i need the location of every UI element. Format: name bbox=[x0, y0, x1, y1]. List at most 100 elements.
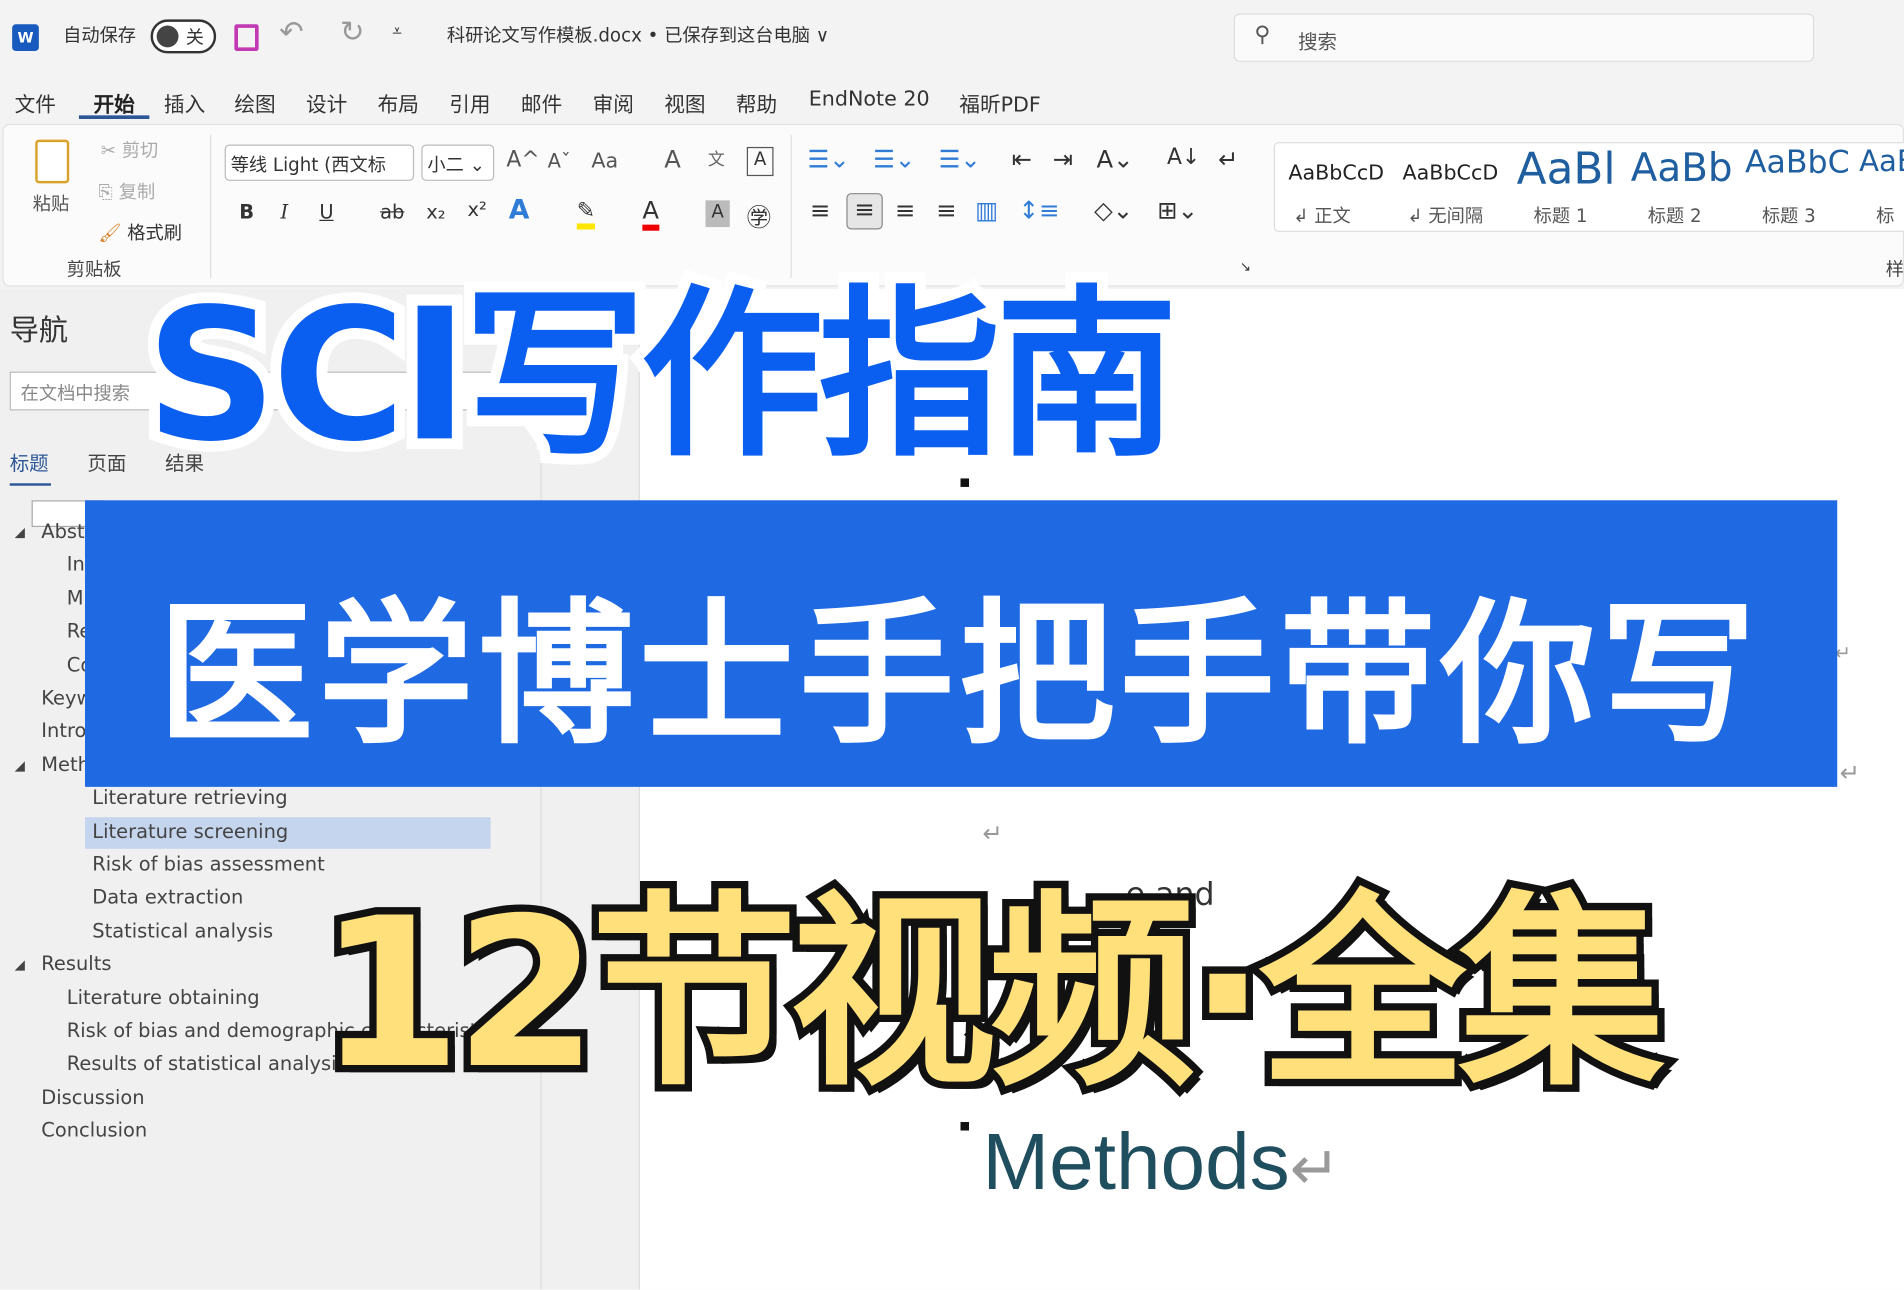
italic-button[interactable]: I bbox=[281, 200, 289, 223]
style-label: ↲ 无间隔 bbox=[1407, 205, 1484, 228]
nav-heading-item[interactable]: Literature retrieving bbox=[92, 786, 287, 809]
underline-button[interactable]: U bbox=[319, 200, 333, 223]
style-label: 标题 3 bbox=[1761, 205, 1816, 228]
save-icon[interactable] bbox=[234, 24, 259, 52]
bold-button[interactable]: B bbox=[239, 200, 254, 223]
copy-button[interactable]: ⎘ 复制 bbox=[98, 179, 155, 205]
increase-indent-icon[interactable]: ⇥ bbox=[1053, 145, 1073, 174]
style-preview[interactable]: AaBb bbox=[1631, 145, 1733, 191]
styles-group-label: 样 bbox=[1885, 258, 1904, 281]
style-preview[interactable]: AaBbCcD bbox=[1403, 162, 1499, 186]
sort-icon[interactable]: A↓ bbox=[1167, 145, 1200, 171]
search-placeholder: 搜索 bbox=[1298, 30, 1337, 54]
line-spacing-icon[interactable]: ↕≡ bbox=[1019, 196, 1060, 225]
style-preview[interactable]: AaBbC bbox=[1745, 145, 1850, 181]
borders-icon[interactable]: ⊞⌄ bbox=[1157, 196, 1198, 225]
clipboard-group-label: 剪贴板 bbox=[66, 258, 122, 281]
paragraph-dialog-icon[interactable]: ↘ bbox=[1240, 259, 1251, 275]
search-box[interactable]: ⚲ 搜索 bbox=[1233, 13, 1815, 62]
font-size-value: 小二 bbox=[427, 154, 464, 177]
nav-heading-item[interactable]: Results bbox=[41, 952, 111, 975]
nav-heading-item[interactable]: Literature obtaining bbox=[67, 986, 260, 1009]
nav-heading-item[interactable]: In bbox=[67, 553, 85, 576]
menu-tab[interactable]: 开始 bbox=[94, 87, 135, 118]
menu-tab[interactable]: 设计 bbox=[306, 87, 347, 118]
document-title[interactable]: 科研论文写作模板.docx • 已保存到这台电脑 ∨ bbox=[447, 22, 829, 48]
overlay-subtitle: 12节视频·全集 bbox=[311, 867, 1672, 1122]
nav-heading-item[interactable]: Results of statistical analysis bbox=[67, 1052, 347, 1075]
nav-tab[interactable]: 标题 bbox=[10, 447, 49, 476]
align-left-icon[interactable]: ≡ bbox=[810, 196, 830, 225]
font-color-icon[interactable]: A bbox=[642, 196, 659, 231]
nav-heading-item[interactable]: Discussion bbox=[41, 1085, 144, 1108]
menu-tab[interactable]: 插入 bbox=[164, 87, 205, 118]
menu-tab[interactable]: 审阅 bbox=[593, 87, 634, 118]
nav-heading-item[interactable]: Meth bbox=[41, 753, 90, 776]
cut-label: 剪切 bbox=[121, 139, 159, 162]
nav-tab[interactable]: 页面 bbox=[87, 447, 126, 476]
menu-tab[interactable]: EndNote 20 bbox=[809, 87, 930, 111]
asian-layout-icon[interactable]: A⌄ bbox=[1097, 145, 1134, 174]
nav-heading-item[interactable]: Statistical analysis bbox=[92, 919, 273, 942]
numbering-icon[interactable]: ☰⌄ bbox=[873, 145, 915, 174]
distribute-icon[interactable]: ▥ bbox=[975, 196, 998, 225]
show-marks-icon[interactable]: ↵ bbox=[1218, 145, 1238, 174]
text-effects-icon[interactable]: A bbox=[509, 196, 530, 226]
style-preview[interactable]: AaBbCcD bbox=[1288, 162, 1384, 186]
paste-icon[interactable] bbox=[35, 139, 70, 184]
menu-tab[interactable]: 文件 bbox=[15, 87, 56, 118]
nav-title: 导航 bbox=[9, 313, 69, 348]
multilevel-list-icon[interactable]: ☰⌄ bbox=[939, 145, 981, 174]
shrink-font-button[interactable]: Aˇ bbox=[548, 149, 571, 172]
font-size-select[interactable]: 小二 ⌄ bbox=[421, 144, 495, 181]
grow-font-button[interactable]: A^ bbox=[506, 147, 539, 173]
shading-icon[interactable]: ◇⌄ bbox=[1094, 196, 1133, 225]
overlay-banner: 医学博士手把手带你写 bbox=[85, 500, 1838, 787]
strikethrough-button[interactable]: ab bbox=[380, 200, 404, 223]
menu-tab[interactable]: 帮助 bbox=[736, 87, 777, 118]
cut-button[interactable]: ✂ 剪切 bbox=[101, 137, 159, 163]
superscript-button[interactable]: x² bbox=[468, 198, 487, 221]
menu-tab[interactable]: 绘图 bbox=[234, 87, 275, 118]
nav-heading-item[interactable]: Data extraction bbox=[92, 886, 243, 909]
change-case-button[interactable]: Aa bbox=[591, 149, 618, 173]
redo-icon[interactable]: ↻ bbox=[340, 15, 364, 49]
menu-tab[interactable]: 布局 bbox=[378, 87, 419, 118]
bullets-icon[interactable]: ☰⌄ bbox=[808, 145, 850, 174]
align-right-icon[interactable]: ≡ bbox=[895, 196, 915, 225]
align-center-icon[interactable]: ≡ bbox=[846, 193, 883, 230]
style-preview[interactable]: AaB bbox=[1859, 145, 1904, 179]
methods-heading: Methods↵ bbox=[982, 1115, 1340, 1207]
undo-icon[interactable]: ↶ bbox=[279, 15, 303, 49]
phonetic-icon[interactable]: 文 bbox=[708, 147, 725, 171]
menu-tab[interactable]: 引用 bbox=[449, 87, 490, 118]
paragraph-mark-icon: ↵ bbox=[1839, 757, 1861, 787]
subscript-button[interactable]: x₂ bbox=[426, 200, 445, 223]
nav-heading-item[interactable]: Risk of bias assessment bbox=[92, 852, 324, 875]
collapse-triangle-icon[interactable]: ◢ bbox=[15, 957, 25, 973]
clear-format-icon[interactable]: A bbox=[664, 145, 681, 174]
nav-heading-item[interactable]: M bbox=[67, 586, 84, 609]
nav-heading-item[interactable]: Intro bbox=[41, 719, 86, 742]
customize-icon[interactable]: ⩡ bbox=[392, 22, 402, 41]
nav-heading-item[interactable]: Conclusion bbox=[41, 1119, 147, 1142]
overlay-title: SCI写作指南 bbox=[135, 260, 1189, 493]
nav-heading-item[interactable]: Abst bbox=[41, 520, 84, 543]
highlight-icon[interactable]: ✎ bbox=[576, 198, 596, 230]
word-icon: W bbox=[12, 24, 39, 52]
paste-button[interactable]: 粘贴 bbox=[33, 191, 69, 217]
methods-heading-text: Methods bbox=[982, 1115, 1290, 1206]
char-border-icon[interactable]: A bbox=[746, 146, 774, 177]
autosave-toggle[interactable]: 关 bbox=[150, 19, 217, 54]
style-preview[interactable]: AaBl bbox=[1517, 145, 1616, 195]
collapse-triangle-icon[interactable]: ◢ bbox=[15, 525, 25, 541]
menu-tab[interactable]: 邮件 bbox=[521, 87, 562, 118]
menu-tab[interactable]: 视图 bbox=[664, 87, 705, 118]
collapse-triangle-icon[interactable]: ◢ bbox=[15, 757, 25, 773]
justify-icon[interactable]: ≡ bbox=[936, 196, 956, 225]
font-name-select[interactable]: 等线 Light (西文标 bbox=[224, 144, 415, 181]
decrease-indent-icon[interactable]: ⇤ bbox=[1012, 145, 1032, 174]
nav-heading-item[interactable]: Literature screening bbox=[92, 819, 288, 842]
menu-tab[interactable]: 福昕PDF bbox=[959, 87, 1041, 118]
char-shading-icon[interactable]: A bbox=[705, 200, 730, 228]
